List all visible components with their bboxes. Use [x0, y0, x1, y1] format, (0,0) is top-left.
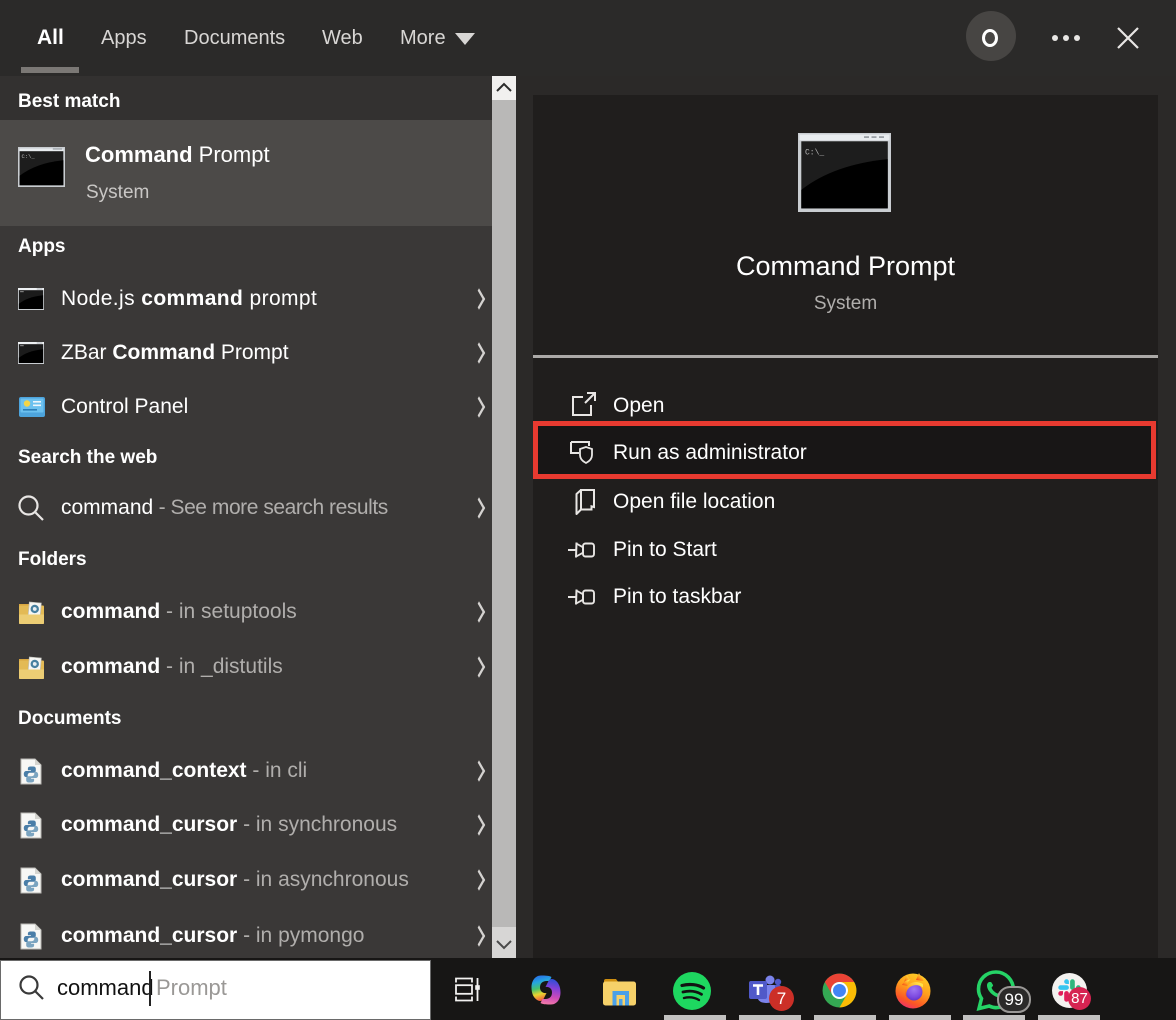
- svg-text:C:\_: C:\_: [805, 148, 824, 157]
- svg-text:C:\_: C:\_: [22, 153, 36, 160]
